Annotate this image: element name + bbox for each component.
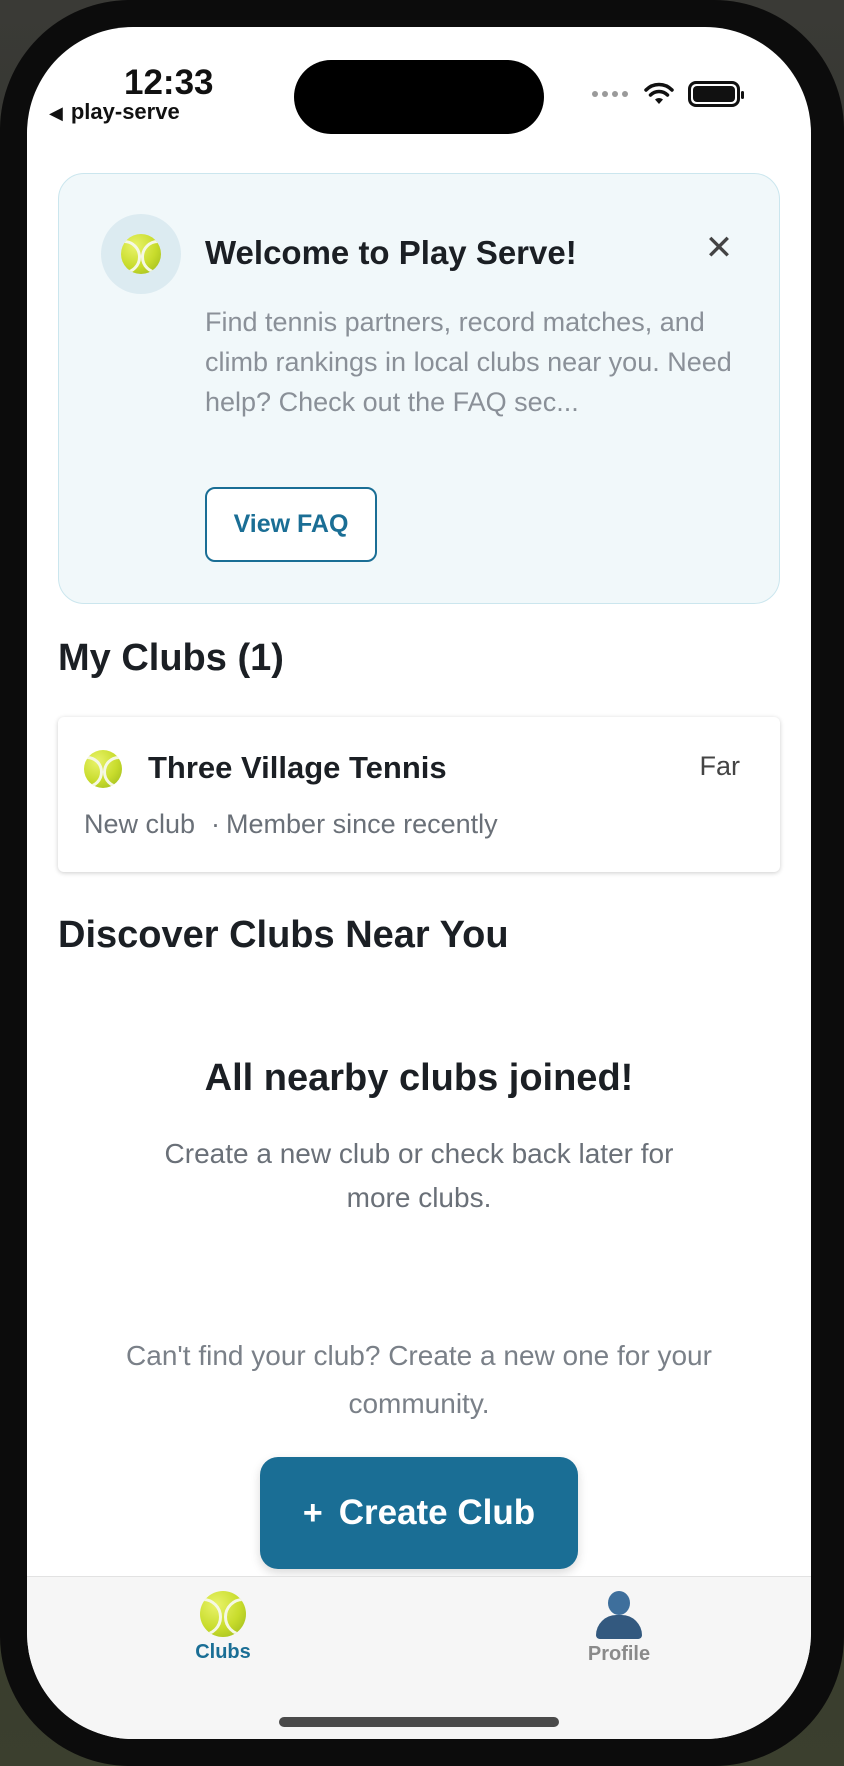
tennis-ball-icon — [84, 750, 122, 788]
club-member-since: Member since recently — [226, 809, 498, 839]
create-club-label: Create Club — [338, 1493, 536, 1532]
tab-clubs-label: Clubs — [195, 1641, 251, 1663]
create-club-button[interactable]: + Create Club — [260, 1457, 578, 1569]
back-app-label: play-serve — [70, 99, 180, 124]
tab-profile-label: Profile — [587, 1643, 651, 1665]
app-screen: 12:33 ◀ play-serve Welcome to Play Serve!… — [27, 27, 811, 1739]
status-indicators — [592, 79, 744, 109]
view-faq-button[interactable]: View FAQ — [205, 487, 377, 562]
tab-clubs[interactable]: Clubs — [123, 1591, 323, 1664]
back-arrow-icon: ◀ — [49, 103, 63, 123]
welcome-text: Find tennis partners, record matches, an… — [205, 307, 732, 417]
device-frame: 12:33 ◀ play-serve Welcome to Play Serve!… — [0, 0, 844, 1766]
battery-icon — [688, 81, 744, 107]
welcome-card: Welcome to Play Serve! ✕ Find tennis par… — [58, 173, 780, 604]
plus-icon: + — [302, 1493, 323, 1532]
club-distance: Far — [699, 751, 741, 781]
empty-state-text: Create a new club or check back later fo… — [164, 1138, 674, 1213]
home-indicator — [279, 1717, 559, 1727]
club-meta: New club · Member since recently — [84, 809, 498, 840]
tab-profile[interactable]: Profile — [519, 1591, 719, 1666]
profile-icon — [594, 1591, 644, 1639]
club-status: New club — [84, 809, 196, 839]
welcome-badge — [101, 214, 181, 294]
wifi-icon — [644, 82, 674, 104]
status-time: 12:33 — [124, 63, 214, 102]
discover-title: Discover Clubs Near You — [58, 914, 509, 956]
tennis-ball-icon — [121, 234, 161, 274]
back-to-app-link[interactable]: ◀ play-serve — [49, 99, 180, 125]
empty-state-title: All nearby clubs joined! — [204, 1057, 634, 1099]
welcome-title: Welcome to Play Serve! — [205, 234, 577, 271]
club-card[interactable]: Three Village Tennis Far New club · Member… — [58, 717, 780, 872]
separator-dot: · — [211, 809, 221, 839]
signal-icon — [592, 91, 628, 97]
club-name: Three Village Tennis — [148, 750, 447, 785]
dynamic-island — [294, 60, 544, 134]
tennis-ball-icon — [200, 1591, 246, 1637]
close-icon[interactable]: ✕ — [699, 228, 739, 268]
my-clubs-title: My Clubs (1) — [58, 637, 284, 679]
tab-bar: Clubs Profile — [27, 1576, 811, 1739]
cant-find-text: Can't find your club? Create a new one f… — [126, 1340, 712, 1419]
